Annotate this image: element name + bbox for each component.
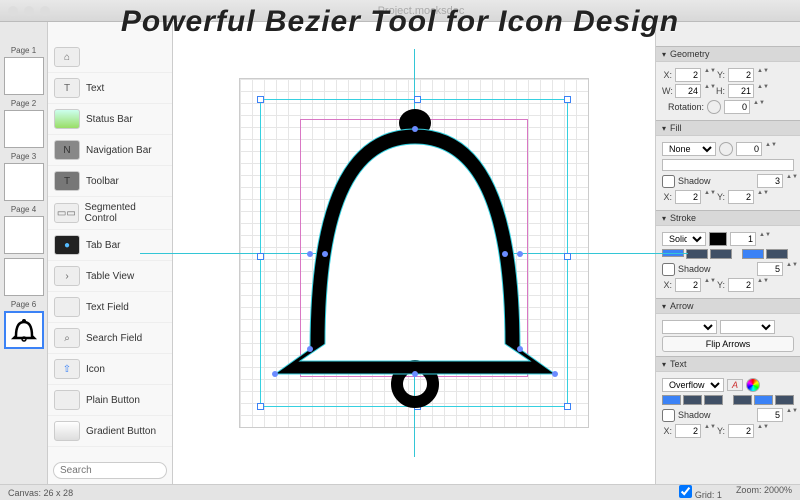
pages-panel: Page 1 Page 2 Page 3 Page 4 Page 6 xyxy=(0,22,48,484)
text-sx-input[interactable] xyxy=(675,424,701,438)
page-thumb[interactable]: Page 4 xyxy=(4,205,43,254)
component-text[interactable]: TText xyxy=(48,73,172,104)
document-title: Project.mocksdoc xyxy=(50,5,792,17)
stroke-shadow-input[interactable] xyxy=(757,262,783,276)
stroke-mode-select[interactable]: Solid xyxy=(662,232,706,246)
section-text[interactable]: Text xyxy=(656,356,800,372)
stroke-shadow-check[interactable] xyxy=(662,263,675,276)
statusbar-icon xyxy=(54,109,80,129)
page-thumb[interactable]: Page 2 xyxy=(4,99,43,148)
fill-shadow-check[interactable] xyxy=(662,175,675,188)
nav-icon: N xyxy=(54,140,80,160)
component-statusbar[interactable]: Status Bar xyxy=(48,104,172,135)
section-arrow[interactable]: Arrow xyxy=(656,298,800,314)
plainbutton-icon xyxy=(54,390,80,410)
font-button[interactable]: A xyxy=(727,379,743,391)
section-geometry[interactable]: Geometry xyxy=(656,46,800,62)
component-item[interactable]: ⌂ xyxy=(48,42,172,73)
fill-sy-input[interactable] xyxy=(728,190,754,204)
geom-y-input[interactable] xyxy=(728,68,754,82)
component-navbar[interactable]: NNavigation Bar xyxy=(48,135,172,166)
rotation-dial[interactable] xyxy=(707,100,721,114)
close-dot[interactable] xyxy=(8,6,18,16)
widget-icon: ⌂ xyxy=(54,47,80,67)
fill-angle-dial[interactable] xyxy=(719,142,733,156)
arrow-end-select[interactable] xyxy=(720,320,775,334)
valign-mid[interactable] xyxy=(754,395,773,405)
geom-w-input[interactable] xyxy=(675,84,701,98)
component-textfield[interactable]: Text Field xyxy=(48,292,172,323)
textfield-icon xyxy=(54,297,80,317)
tableview-icon: › xyxy=(54,266,80,286)
toolbar-icon: T xyxy=(54,171,80,191)
geom-h-input[interactable] xyxy=(728,84,754,98)
zoom-dot[interactable] xyxy=(40,6,50,16)
align-center[interactable] xyxy=(683,395,702,405)
fill-mode-select[interactable]: None xyxy=(662,142,716,156)
window-titlebar: Project.mocksdoc xyxy=(0,0,800,22)
align-right[interactable] xyxy=(704,395,723,405)
fill-color-well[interactable] xyxy=(662,159,794,171)
page-thumb[interactable]: Page 1 xyxy=(4,46,43,95)
cap-round[interactable] xyxy=(686,249,708,259)
align-left[interactable] xyxy=(662,395,681,405)
bell-shape[interactable] xyxy=(240,79,590,429)
text-overflow-select[interactable]: Overflow xyxy=(662,378,724,392)
stroke-sy-input[interactable] xyxy=(728,278,754,292)
share-icon: ⇧ xyxy=(54,359,80,379)
page-thumb[interactable]: Page 3 xyxy=(4,152,43,201)
stroke-color-swatch[interactable] xyxy=(709,232,727,246)
flip-arrows-button[interactable]: Flip Arrows xyxy=(662,336,794,352)
fill-sx-input[interactable] xyxy=(675,190,701,204)
page-thumb-selected[interactable]: Page 6 xyxy=(4,300,43,349)
component-toolbar[interactable]: TToolbar xyxy=(48,166,172,197)
search-icon: ⌕ xyxy=(54,328,80,348)
status-bar: Canvas: 26 x 28 Grid: 1 Zoom: 2000% xyxy=(0,484,800,500)
page-thumb[interactable] xyxy=(4,258,43,296)
stroke-width-input[interactable] xyxy=(730,232,756,246)
grid-toggle[interactable] xyxy=(679,485,692,498)
arrow-start-select[interactable] xyxy=(662,320,717,334)
text-sy-input[interactable] xyxy=(728,424,754,438)
component-search-input[interactable] xyxy=(53,462,167,479)
cap-square[interactable] xyxy=(710,249,732,259)
valign-bot[interactable] xyxy=(775,395,794,405)
component-tabbar[interactable]: ●Tab Bar xyxy=(48,230,172,261)
fill-opacity-input[interactable] xyxy=(736,142,762,156)
section-fill[interactable]: Fill xyxy=(656,120,800,136)
geom-rot-input[interactable] xyxy=(724,100,750,114)
component-plainbutton[interactable]: Plain Button xyxy=(48,385,172,416)
section-stroke[interactable]: Stroke xyxy=(656,210,800,226)
canvas-grid xyxy=(239,78,589,428)
stroke-sx-input[interactable] xyxy=(675,278,701,292)
valign-top[interactable] xyxy=(733,395,752,405)
text-shadow-check[interactable] xyxy=(662,409,675,422)
fill-shadow-input[interactable] xyxy=(757,174,783,188)
component-gradbutton[interactable]: Gradient Button xyxy=(48,416,172,447)
component-icon[interactable]: ⇧Icon xyxy=(48,354,172,385)
component-tableview[interactable]: ›Table View xyxy=(48,261,172,292)
geom-x-input[interactable] xyxy=(675,68,701,82)
join-round[interactable] xyxy=(766,249,788,259)
segmented-icon: ▭▭ xyxy=(54,203,79,223)
gradbutton-icon xyxy=(54,421,80,441)
component-searchfield[interactable]: ⌕Search Field xyxy=(48,323,172,354)
canvas-viewport[interactable] xyxy=(173,22,655,484)
component-segmented[interactable]: ▭▭Segmented Control xyxy=(48,197,172,230)
minimize-dot[interactable] xyxy=(24,6,34,16)
join-miter[interactable] xyxy=(742,249,764,259)
tabbar-icon: ● xyxy=(54,235,80,255)
text-color-picker[interactable] xyxy=(746,378,760,392)
text-icon: T xyxy=(54,78,80,98)
text-shadow-input[interactable] xyxy=(757,408,783,422)
